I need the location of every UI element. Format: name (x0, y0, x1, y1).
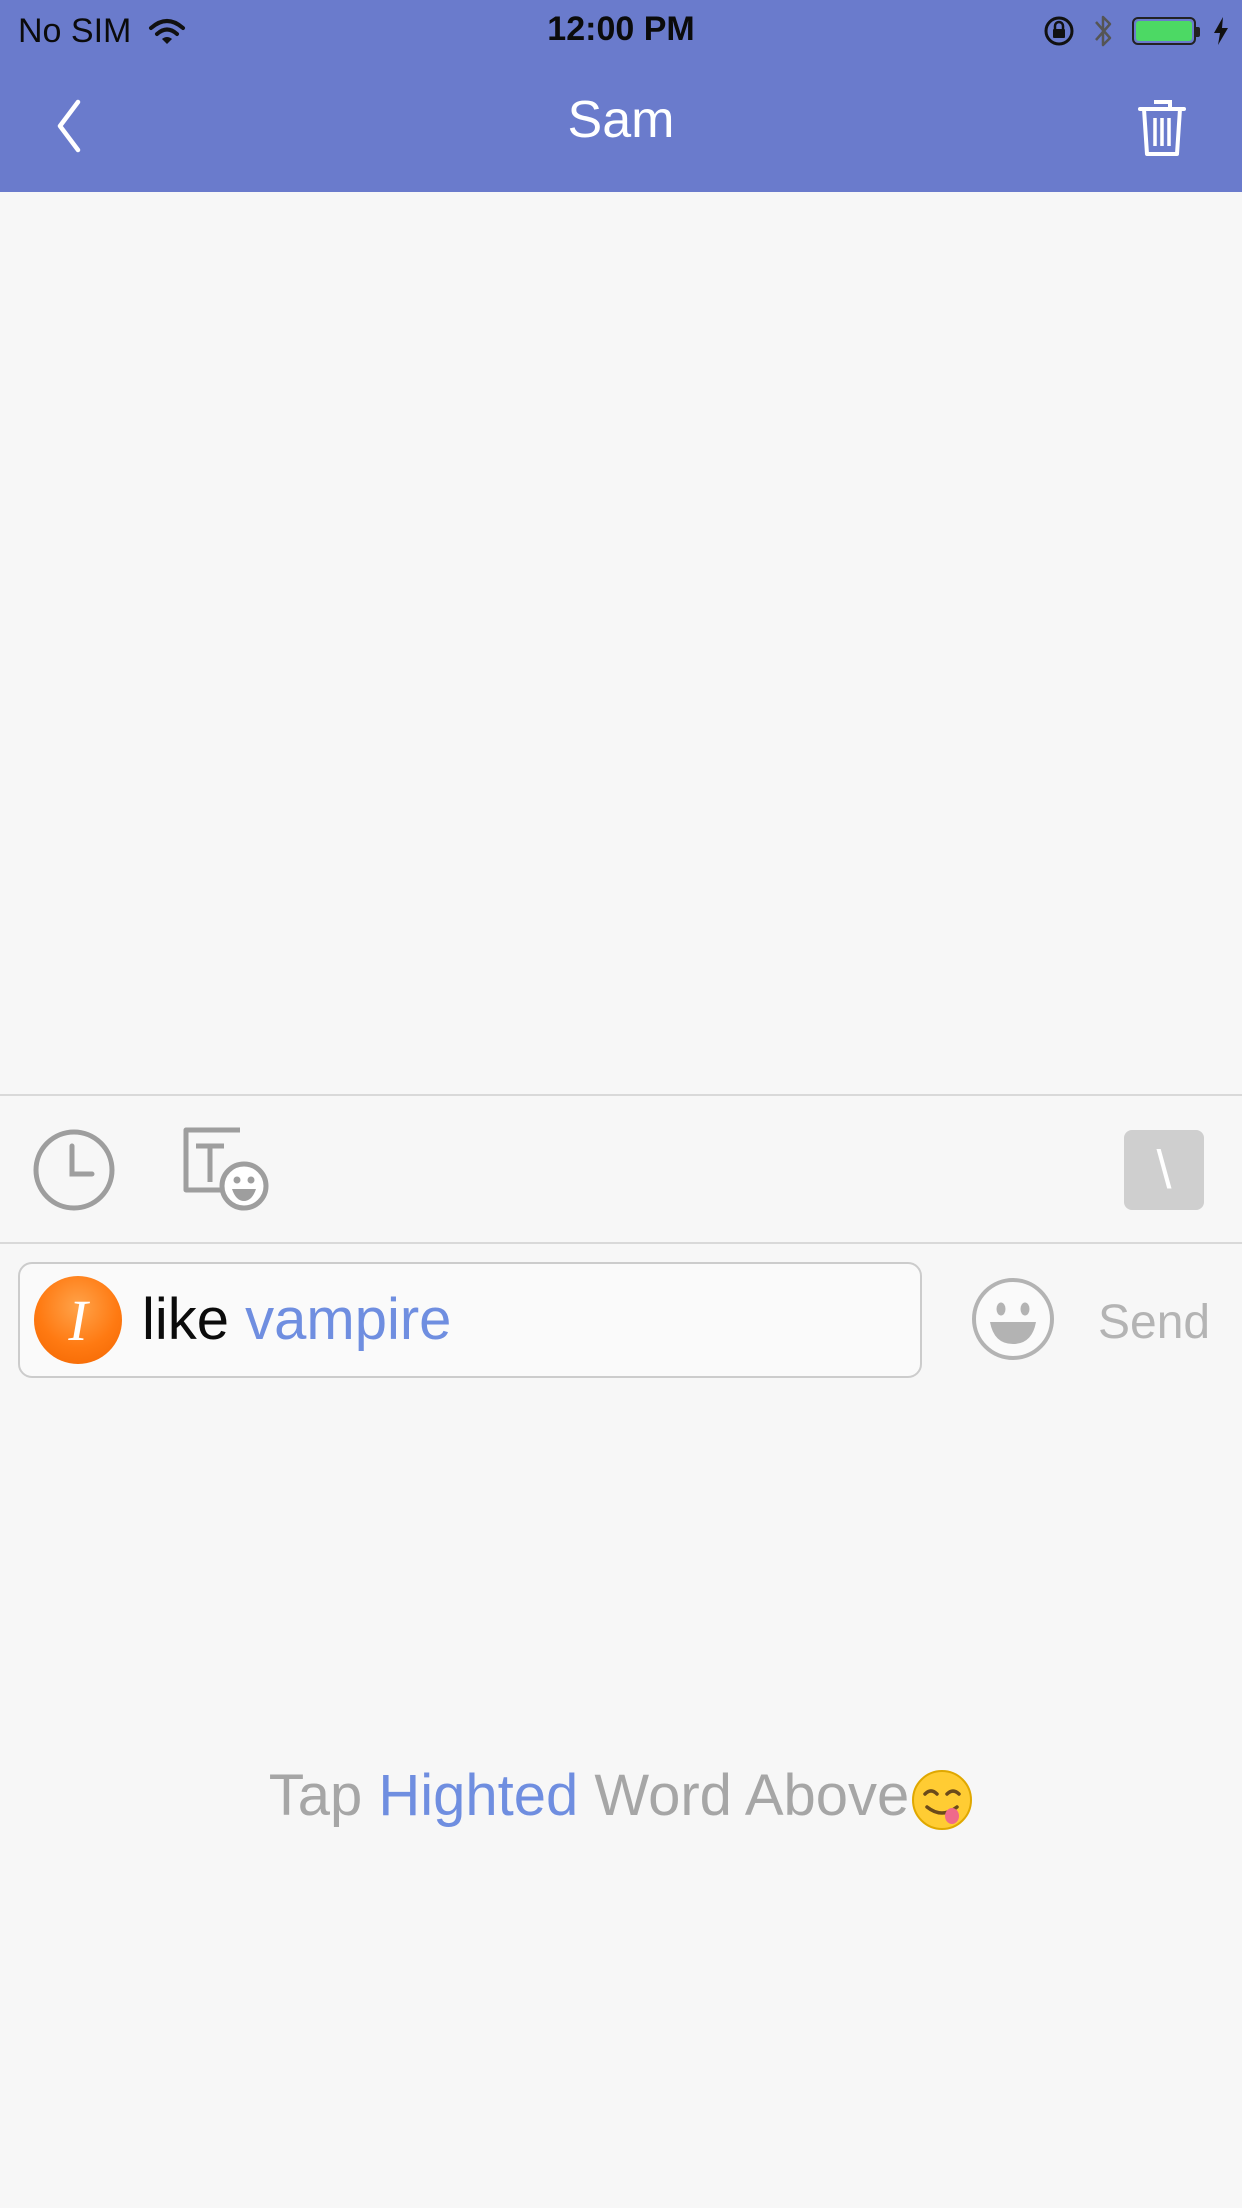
hint-text: Tap Highted Word Above (0, 1762, 1242, 1831)
delete-button[interactable] (1132, 96, 1192, 158)
keyboard-toggle-button[interactable]: \ (1124, 1130, 1204, 1210)
header: No SIM 12:00 PM Sam (0, 0, 1242, 192)
status-right (1042, 12, 1230, 50)
text-emoji-button[interactable] (180, 1126, 270, 1216)
yum-face-icon (912, 1769, 973, 1830)
input-toolbar: \ (0, 1094, 1242, 1244)
text-emoji-icon (183, 1127, 269, 1211)
bluetooth-icon (1095, 15, 1112, 47)
history-button[interactable] (32, 1128, 116, 1212)
message-input[interactable]: I like vampire (18, 1262, 922, 1378)
hint-part-1: Tap (268, 1763, 379, 1828)
input-text-highlighted-word[interactable]: vampire (245, 1287, 451, 1352)
emoji-button[interactable] (970, 1276, 1056, 1362)
page-title: Sam (567, 91, 675, 149)
trash-icon (1138, 100, 1186, 156)
charging-bolt-icon (1214, 17, 1228, 45)
battery-icon (1132, 17, 1200, 45)
send-button[interactable]: Send (1098, 1295, 1210, 1350)
status-bar: No SIM 12:00 PM (0, 0, 1242, 62)
smiley-icon (972, 1278, 1054, 1360)
rotation-lock-icon (1044, 16, 1074, 46)
message-input-text: like vampire (142, 1286, 451, 1354)
hint-highlight: Highted (378, 1763, 579, 1828)
hint-part-2: Word Above (578, 1763, 910, 1828)
input-text-plain: like (142, 1287, 246, 1352)
clock-icon (33, 1129, 115, 1211)
input-badge-icon: I (34, 1276, 122, 1364)
